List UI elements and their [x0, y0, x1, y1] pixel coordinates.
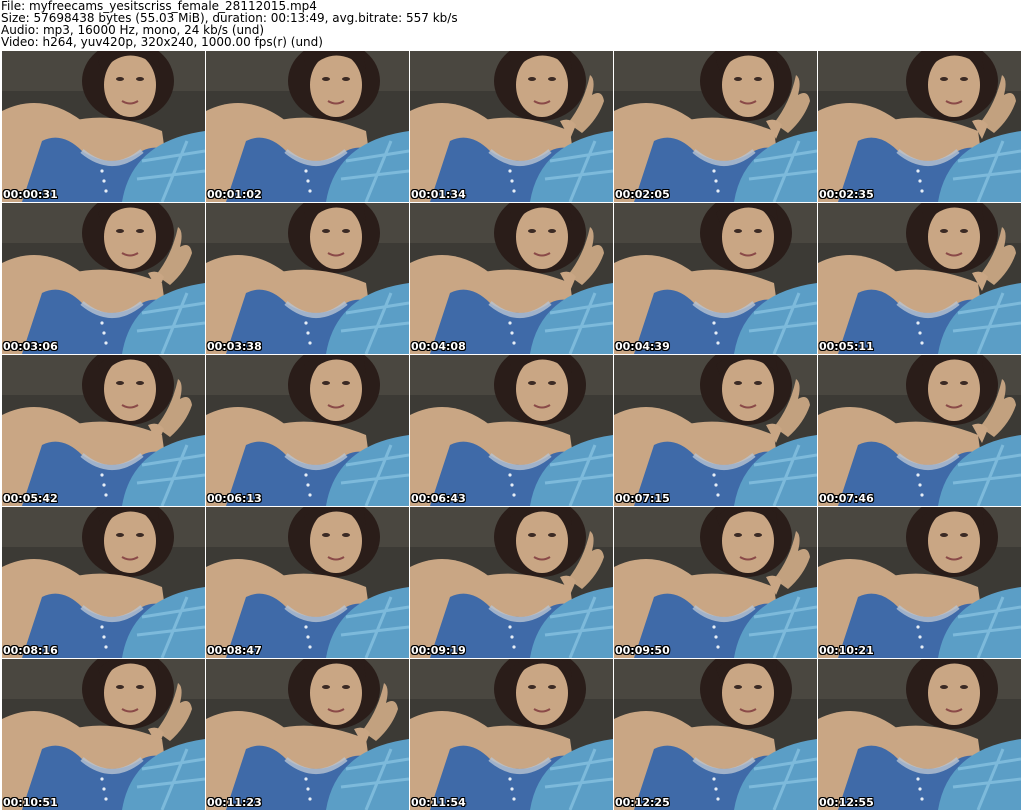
thumbnail-frame: 00:04:39	[614, 203, 817, 354]
thumbnail-frame: 00:01:34	[410, 51, 613, 202]
frame-image	[206, 355, 409, 506]
frame-image	[410, 659, 613, 810]
thumbnail-frame: 00:08:47	[206, 507, 409, 658]
thumbnail-grid: 00:00:31 00:01:02 00:01:34 00:02:05 00:02:35…	[2, 51, 1022, 811]
thumbnail-timestamp: 00:07:15	[615, 492, 670, 505]
thumbnail-timestamp: 00:09:19	[411, 644, 466, 657]
frame-image	[206, 203, 409, 354]
frame-image	[410, 203, 613, 354]
thumbnail-timestamp: 00:07:46	[819, 492, 874, 505]
frame-image	[206, 659, 409, 810]
thumbnail-timestamp: 00:03:38	[207, 340, 262, 353]
thumbnail-frame: 00:03:06	[2, 203, 205, 354]
thumbnail-timestamp: 00:05:11	[819, 340, 874, 353]
frame-image	[818, 51, 1021, 202]
frame-image	[614, 507, 817, 658]
thumbnail-timestamp: 00:10:21	[819, 644, 874, 657]
frame-image	[614, 355, 817, 506]
thumbnail-frame: 00:11:54	[410, 659, 613, 810]
thumbnail-timestamp: 00:12:55	[819, 796, 874, 809]
thumbnail-frame: 00:07:46	[818, 355, 1021, 506]
thumbnail-frame: 00:03:38	[206, 203, 409, 354]
thumbnail-timestamp: 00:02:35	[819, 188, 874, 201]
thumbnail-frame: 00:12:25	[614, 659, 817, 810]
thumbnail-frame: 00:10:21	[818, 507, 1021, 658]
thumbnail-timestamp: 00:01:02	[207, 188, 262, 201]
frame-image	[2, 507, 205, 658]
frame-image	[614, 51, 817, 202]
frame-image	[410, 507, 613, 658]
thumbnail-frame: 00:08:16	[2, 507, 205, 658]
frame-image	[206, 507, 409, 658]
thumbnail-frame: 00:12:55	[818, 659, 1021, 810]
thumbnail-frame: 00:11:23	[206, 659, 409, 810]
frame-image	[614, 659, 817, 810]
frame-image	[818, 659, 1021, 810]
frame-image	[818, 507, 1021, 658]
thumbnail-timestamp: 00:11:23	[207, 796, 262, 809]
thumbnail-timestamp: 00:04:08	[411, 340, 466, 353]
frame-image	[818, 203, 1021, 354]
thumbnail-timestamp: 00:03:06	[3, 340, 58, 353]
frame-image	[2, 51, 205, 202]
thumbnail-timestamp: 00:12:25	[615, 796, 670, 809]
thumbnail-frame: 00:09:19	[410, 507, 613, 658]
thumbnail-frame: 00:05:42	[2, 355, 205, 506]
frame-image	[2, 355, 205, 506]
video-info-header: File: myfreecams_yesitscriss_female_2811…	[1, 0, 1023, 50]
frame-image	[410, 51, 613, 202]
thumbnail-frame: 00:02:05	[614, 51, 817, 202]
thumbnail-frame: 00:07:15	[614, 355, 817, 506]
thumbnail-timestamp: 00:01:34	[411, 188, 466, 201]
thumbnail-frame: 00:06:43	[410, 355, 613, 506]
thumbnail-frame: 00:00:31	[2, 51, 205, 202]
thumbnail-timestamp: 00:02:05	[615, 188, 670, 201]
thumbnail-timestamp: 00:04:39	[615, 340, 670, 353]
thumbnail-timestamp: 00:06:43	[411, 492, 466, 505]
video-info-line: Video: h264, yuv420p, 320x240, 1000.00 f…	[1, 35, 323, 49]
frame-image	[2, 659, 205, 810]
frame-image	[410, 355, 613, 506]
thumbnail-timestamp: 00:08:47	[207, 644, 262, 657]
thumbnail-frame: 00:02:35	[818, 51, 1021, 202]
frame-image	[818, 355, 1021, 506]
thumbnail-timestamp: 00:05:42	[3, 492, 58, 505]
thumbnail-timestamp: 00:08:16	[3, 644, 58, 657]
thumbnail-frame: 00:04:08	[410, 203, 613, 354]
frame-image	[614, 203, 817, 354]
frame-image	[2, 203, 205, 354]
thumbnail-timestamp: 00:10:51	[3, 796, 58, 809]
thumbnail-timestamp: 00:06:13	[207, 492, 262, 505]
thumbnail-frame: 00:10:51	[2, 659, 205, 810]
thumbnail-timestamp: 00:00:31	[3, 188, 58, 201]
frame-image	[206, 51, 409, 202]
thumbnail-frame: 00:09:50	[614, 507, 817, 658]
thumbnail-timestamp: 00:11:54	[411, 796, 466, 809]
thumbnail-timestamp: 00:09:50	[615, 644, 670, 657]
thumbnail-frame: 00:06:13	[206, 355, 409, 506]
thumbnail-frame: 00:05:11	[818, 203, 1021, 354]
thumbnail-frame: 00:01:02	[206, 51, 409, 202]
